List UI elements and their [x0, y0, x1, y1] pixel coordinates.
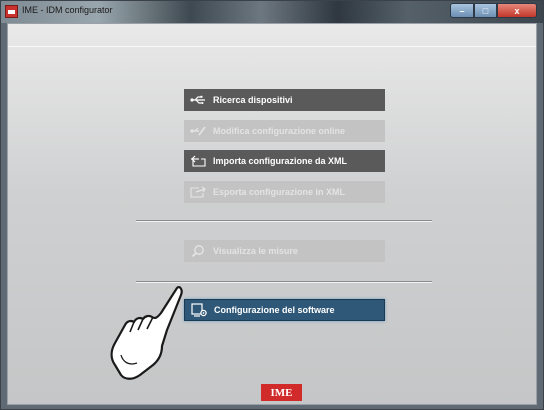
- esporta-configurazione-button: Esporta configurazione in XML: [184, 181, 385, 203]
- close-button[interactable]: x: [497, 3, 537, 18]
- section-divider-2: [136, 281, 432, 283]
- pointing-hand-icon: [107, 283, 187, 383]
- top-divider: [8, 46, 536, 47]
- app-window: IME - IDM configurator – □ x Ricerca dis…: [0, 0, 544, 410]
- configurazione-software-label: Configurazione del software: [214, 305, 335, 315]
- usb-edit-icon: [190, 124, 206, 138]
- title-bar[interactable]: IME - IDM configurator – □ x: [1, 1, 543, 23]
- modifica-configurazione-button: Modifica configurazione online: [184, 120, 385, 142]
- ricerca-dispositivi-label: Ricerca dispositivi: [213, 95, 293, 105]
- app-icon: [5, 5, 18, 18]
- search-icon: [190, 244, 206, 258]
- esporta-configurazione-label: Esporta configurazione in XML: [213, 187, 346, 197]
- main-panel: Ricerca dispositivi Modifica configurazi…: [7, 23, 537, 405]
- software-settings-icon: [191, 303, 207, 317]
- usb-icon: [190, 93, 206, 107]
- importa-configurazione-button[interactable]: Importa configurazione da XML: [184, 150, 385, 172]
- ricerca-dispositivi-button[interactable]: Ricerca dispositivi: [184, 89, 385, 111]
- window-title: IME - IDM configurator: [22, 5, 113, 15]
- visualizza-misure-label: Visualizza le misure: [213, 246, 298, 256]
- minimize-button[interactable]: –: [450, 3, 474, 18]
- visualizza-misure-button: Visualizza le misure: [184, 240, 385, 262]
- importa-configurazione-label: Importa configurazione da XML: [213, 156, 348, 166]
- export-icon: [190, 185, 206, 199]
- import-icon: [190, 154, 206, 168]
- window-controls: – □ x: [450, 3, 537, 18]
- ime-logo: IME: [261, 384, 302, 401]
- maximize-button[interactable]: □: [474, 3, 497, 18]
- section-divider-1: [136, 220, 432, 222]
- configurazione-software-button[interactable]: Configurazione del software: [184, 299, 385, 321]
- modifica-configurazione-label: Modifica configurazione online: [213, 126, 346, 136]
- step-number: 1: [133, 346, 142, 363]
